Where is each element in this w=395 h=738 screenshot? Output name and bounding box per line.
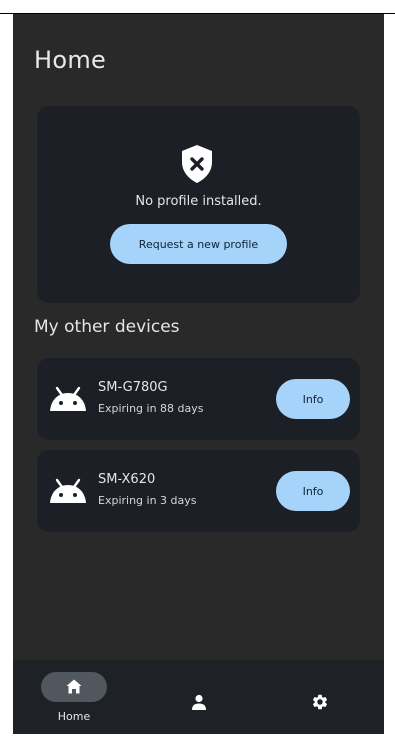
android-icon bbox=[50, 478, 86, 503]
bottom-navigation: Home bbox=[13, 660, 384, 734]
device-name: SM-G780G bbox=[98, 380, 168, 395]
device-card: SM-G780G Expiring in 88 days Info bbox=[37, 358, 360, 440]
other-devices-heading: My other devices bbox=[34, 317, 180, 337]
device-name: SM-X620 bbox=[98, 472, 156, 487]
page-title: Home bbox=[34, 46, 107, 74]
app-screen: Home No profile installed. Request a new… bbox=[13, 14, 384, 734]
device-expiry: Expiring in 3 days bbox=[98, 494, 197, 507]
device-card: SM-X620 Expiring in 3 days Info bbox=[37, 450, 360, 532]
home-icon bbox=[66, 679, 82, 694]
shield-x-icon bbox=[182, 145, 212, 183]
no-profile-message: No profile installed. bbox=[135, 194, 262, 209]
android-icon bbox=[50, 386, 86, 411]
nav-home-label: Home bbox=[57, 710, 91, 723]
device-info-button[interactable]: Info bbox=[276, 379, 350, 419]
gear-icon[interactable] bbox=[311, 693, 329, 711]
device-info-button[interactable]: Info bbox=[276, 471, 350, 511]
request-profile-button[interactable]: Request a new profile bbox=[110, 224, 287, 264]
person-icon[interactable] bbox=[191, 694, 207, 710]
device-expiry: Expiring in 88 days bbox=[98, 402, 204, 415]
